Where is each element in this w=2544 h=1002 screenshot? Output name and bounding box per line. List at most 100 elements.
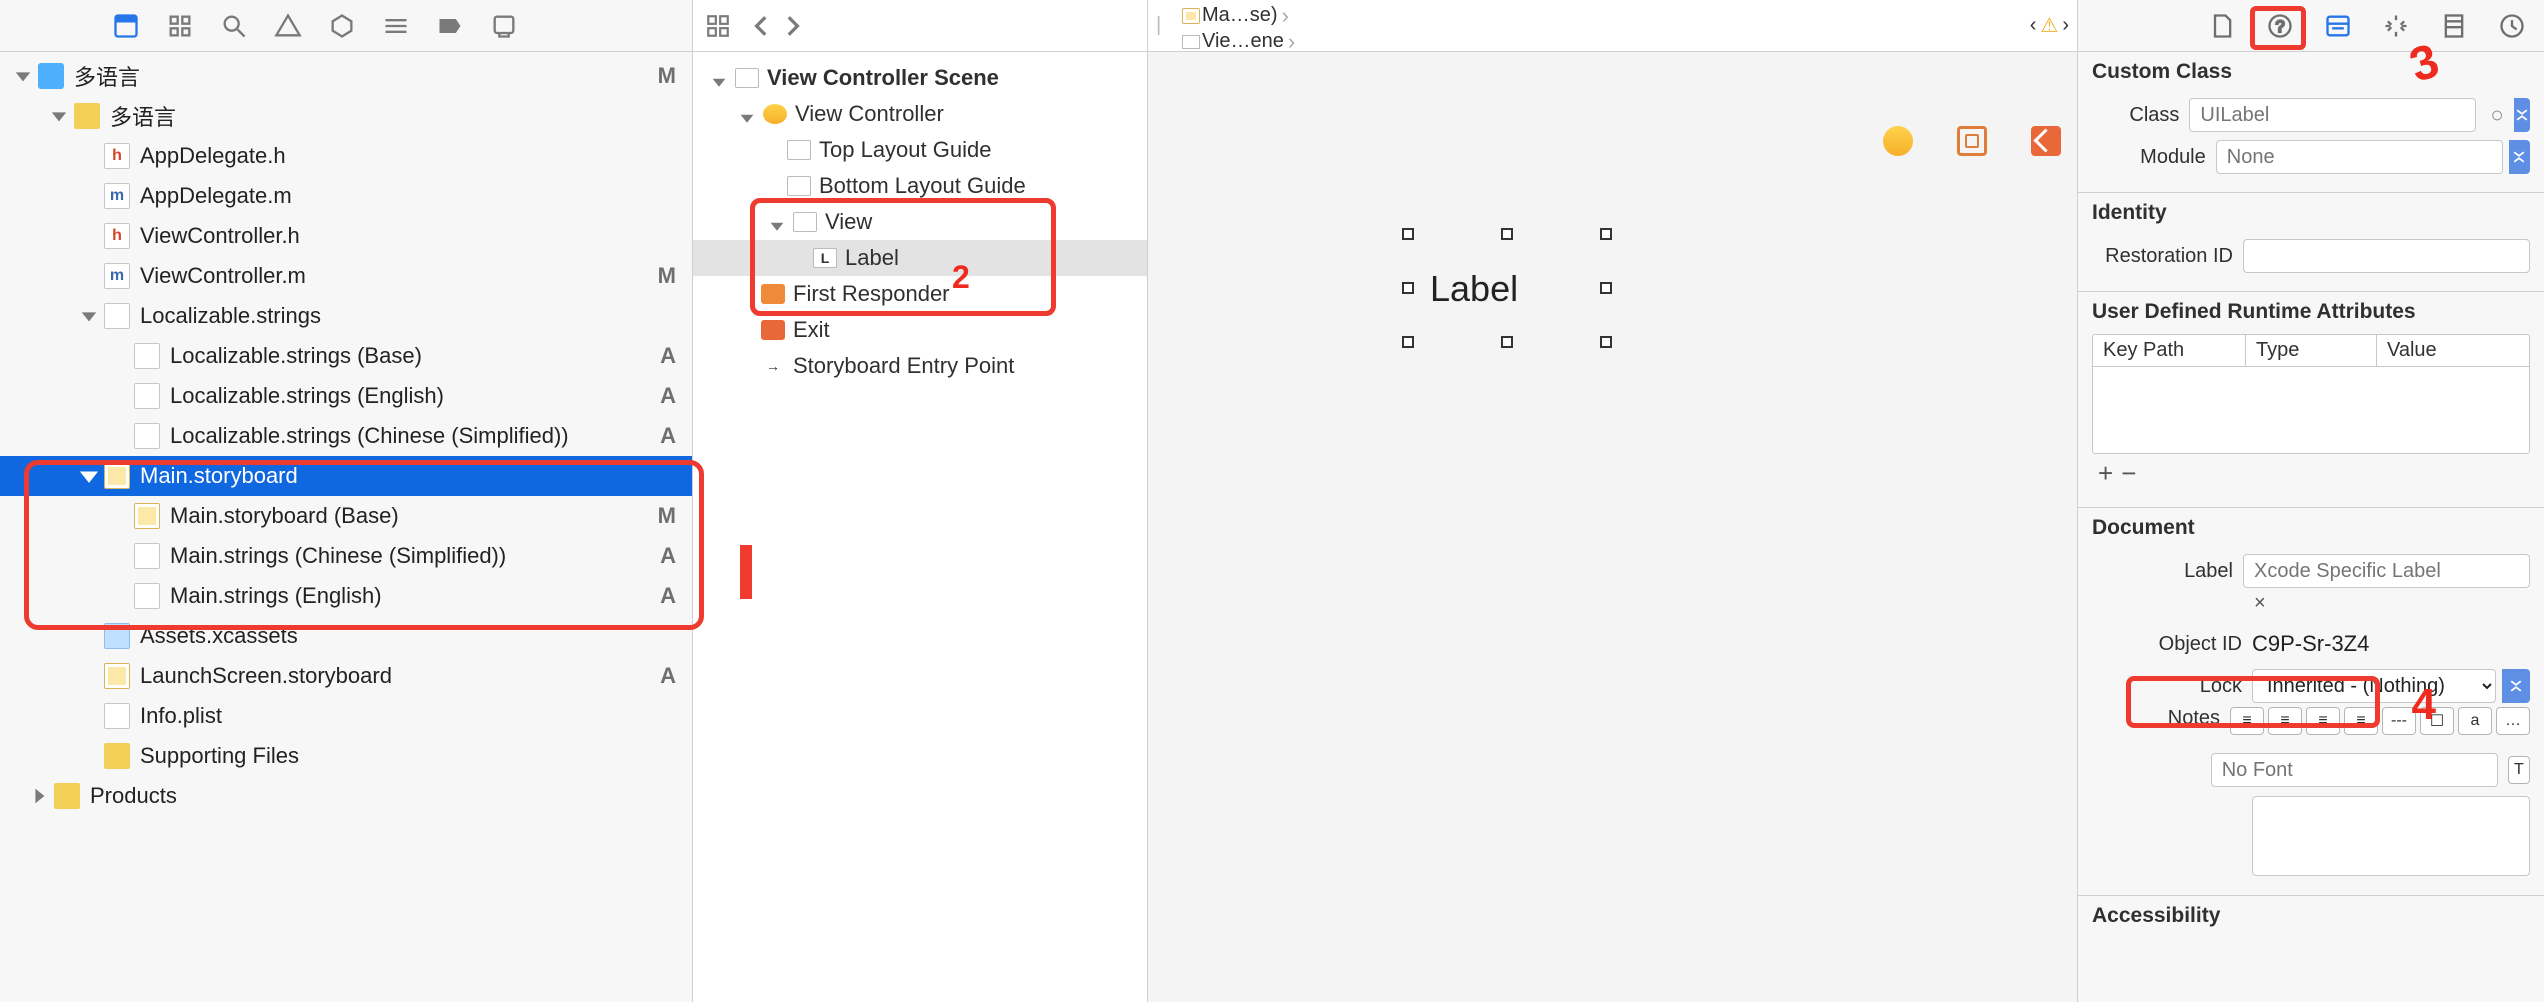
debug-icon[interactable] xyxy=(382,12,410,40)
firstresponder-row[interactable]: First Responder xyxy=(693,276,1147,312)
file-row[interactable]: Main.storyboard xyxy=(0,456,692,496)
file-row[interactable]: hAppDelegate.h xyxy=(0,136,692,176)
report-icon[interactable] xyxy=(490,12,518,40)
file-row[interactable]: Main.strings (Chinese (Simplified))A xyxy=(0,536,692,576)
attributes-inspector-icon[interactable] xyxy=(2382,12,2410,40)
exit-dock-icon[interactable] xyxy=(2031,126,2061,156)
disclosure-down-icon[interactable] xyxy=(739,106,755,122)
class-reset-icon[interactable]: ○ xyxy=(2490,102,2503,128)
entrypoint-row[interactable]: → Storyboard Entry Point xyxy=(693,348,1147,384)
forward-icon[interactable] xyxy=(779,13,805,39)
module-dropdown[interactable] xyxy=(2509,140,2530,174)
file-row[interactable]: Localizable.strings (Base)A xyxy=(0,336,692,376)
file-icon: m xyxy=(104,263,130,289)
project-navigator-icon[interactable] xyxy=(112,12,140,40)
file-row[interactable]: LaunchScreen.storyboardA xyxy=(0,656,692,696)
file-row[interactable]: Localizable.strings (Chinese (Simplified… xyxy=(0,416,692,456)
file-row[interactable]: mViewController.mM xyxy=(0,256,692,296)
storyboard-canvas[interactable]: Label xyxy=(1148,52,2077,1002)
label-row[interactable]: L Label xyxy=(693,240,1147,276)
source-control-icon[interactable] xyxy=(166,12,194,40)
disclosure-right-icon[interactable] xyxy=(30,787,48,805)
file-row[interactable]: mAppDelegate.m xyxy=(0,176,692,216)
back-small-icon[interactable]: ‹ xyxy=(2030,14,2037,37)
outline-tree[interactable]: View Controller Scene View Controller To… xyxy=(693,52,1147,1002)
text-a-icon[interactable]: a xyxy=(2458,707,2492,735)
view-row[interactable]: View xyxy=(693,204,1147,240)
viewcontroller-row[interactable]: View Controller xyxy=(693,96,1147,132)
issue-icon[interactable] xyxy=(274,12,302,40)
class-dropdown[interactable] xyxy=(2514,98,2530,132)
align-justify-icon[interactable]: ≡ xyxy=(2344,707,2378,735)
file-row[interactable]: Localizable.strings (English)A xyxy=(0,376,692,416)
toplayout-row[interactable]: Top Layout Guide xyxy=(693,132,1147,168)
align-left-icon[interactable]: ≡ xyxy=(2230,707,2264,735)
remove-attribute-button[interactable]: − xyxy=(2121,458,2136,489)
file-name: ViewController.m xyxy=(140,263,306,289)
add-attribute-button[interactable]: + xyxy=(2098,458,2113,489)
more-icon[interactable]: … xyxy=(2496,707,2530,735)
file-inspector-icon[interactable] xyxy=(2208,12,2236,40)
file-row[interactable]: Info.plist xyxy=(0,696,692,736)
lock-select[interactable]: Inherited - (Nothing) xyxy=(2252,669,2496,703)
module-row: Module xyxy=(2092,136,2530,178)
scene-row[interactable]: View Controller Scene xyxy=(693,60,1147,96)
jumpbar-segment[interactable]: Vie…ene xyxy=(1178,29,1301,55)
connections-inspector-icon[interactable] xyxy=(2498,12,2526,40)
firstresponder-dock-icon[interactable] xyxy=(1957,126,1987,156)
file-row[interactable]: Supporting Files xyxy=(0,736,692,776)
udra-table[interactable]: Key Path Type Value xyxy=(2092,334,2530,454)
outline-toolbar xyxy=(693,0,1147,52)
disclosure-down-icon[interactable] xyxy=(769,214,785,230)
size-inspector-icon[interactable] xyxy=(2440,12,2468,40)
class-input[interactable] xyxy=(2189,98,2476,132)
jump-bar[interactable]: | 多语言多语言Ma…ardMa…se)Vie…eneVie…llerViewL… xyxy=(1148,0,2077,52)
identity-inspector-icon[interactable] xyxy=(2324,12,2352,40)
notes-toolbar[interactable]: ≡ ≡ ≡ ≡ --- ☐ a … xyxy=(2230,707,2530,735)
file-row[interactable]: Main.storyboard (Base)M xyxy=(0,496,692,536)
canvas-label-element[interactable]: Label xyxy=(1422,248,1592,328)
file-row[interactable]: 多语言 xyxy=(0,96,692,136)
module-input[interactable] xyxy=(2216,140,2503,174)
disclosure-down-icon[interactable] xyxy=(50,107,68,125)
align-center-icon[interactable]: ≡ xyxy=(2268,707,2302,735)
file-row[interactable]: hViewController.h xyxy=(0,216,692,256)
help-inspector-icon[interactable]: ? xyxy=(2266,12,2294,40)
disclosure-down-icon[interactable] xyxy=(711,70,727,86)
file-row[interactable]: Assets.xcassets xyxy=(0,616,692,656)
file-row[interactable]: Main.strings (English)A xyxy=(0,576,692,616)
restorationid-input[interactable] xyxy=(2243,239,2530,273)
related-items-icon[interactable] xyxy=(705,13,731,39)
test-icon[interactable] xyxy=(328,12,356,40)
jumpbar-segment[interactable]: Ma…se) xyxy=(1178,3,1301,29)
viewcontroller-dock-icon[interactable] xyxy=(1883,126,1913,156)
disclosure-down-icon[interactable] xyxy=(80,307,98,325)
disclosure-down-icon[interactable] xyxy=(14,67,32,85)
no-color-icon[interactable]: × xyxy=(2254,592,2266,615)
font-picker-icon[interactable]: T xyxy=(2508,756,2530,784)
file-row[interactable]: Localizable.strings xyxy=(0,296,692,336)
file-name: AppDelegate.m xyxy=(140,183,292,209)
document-label-input[interactable] xyxy=(2243,554,2530,588)
exit-row[interactable]: Exit xyxy=(693,312,1147,348)
breakpoint-icon[interactable] xyxy=(436,12,464,40)
file-name: Main.strings (English) xyxy=(170,583,382,609)
file-tree[interactable]: 多语言 M 多语言hAppDelegate.hmAppDelegate.mhVi… xyxy=(0,52,692,1002)
align-right-icon[interactable]: ≡ xyxy=(2306,707,2340,735)
file-name: Assets.xcassets xyxy=(140,623,298,649)
find-icon[interactable] xyxy=(220,12,248,40)
font-input[interactable] xyxy=(2211,753,2498,787)
back-icon[interactable] xyxy=(749,13,775,39)
scene-dock[interactable] xyxy=(1883,126,2061,156)
notes-textarea[interactable] xyxy=(2252,796,2530,876)
disclosure-down-icon[interactable] xyxy=(80,467,98,485)
lock-dropdown[interactable] xyxy=(2502,669,2530,703)
file-icon xyxy=(134,343,160,369)
bottomlayout-row[interactable]: Bottom Layout Guide xyxy=(693,168,1147,204)
forward-small-icon[interactable]: › xyxy=(2062,14,2069,37)
products-group-row[interactable]: Products xyxy=(0,776,692,816)
color-swatches[interactable]: × xyxy=(2092,592,2530,615)
restorationid-row: Restoration ID xyxy=(2092,235,2530,277)
project-root-row[interactable]: 多语言 M xyxy=(0,56,692,96)
warning-icon[interactable]: ⚠ xyxy=(2040,13,2058,38)
